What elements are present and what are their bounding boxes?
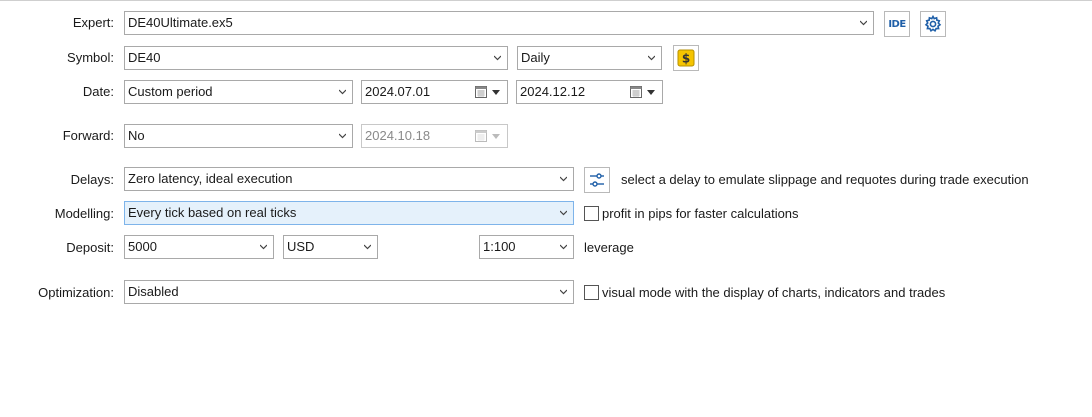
- chevron-down-icon: [260, 244, 267, 250]
- chevron-down-icon: [339, 89, 346, 95]
- leverage-label: leverage: [584, 240, 634, 255]
- leverage-value: 1:100: [483, 239, 516, 254]
- chevron-down-icon: [560, 176, 567, 182]
- gear-icon: [924, 15, 942, 32]
- period-value: Daily: [521, 50, 550, 65]
- symbol-value: DE40: [128, 50, 161, 65]
- expert-label: Expert:: [72, 15, 114, 30]
- period-select[interactable]: Daily: [517, 46, 662, 70]
- profit-in-pips-checkbox[interactable]: [584, 206, 599, 221]
- forward-label: Forward:: [62, 128, 114, 143]
- modelling-label: Modelling:: [54, 206, 114, 221]
- chevron-down-icon: [560, 289, 567, 295]
- delays-select[interactable]: Zero latency, ideal execution: [124, 167, 574, 191]
- ide-button[interactable]: IDE: [884, 11, 910, 37]
- forward-date-value: 2024.10.18: [365, 128, 431, 143]
- chevron-down-icon: [648, 55, 655, 61]
- date-to-picker[interactable]: 2024.12.12: [516, 80, 663, 104]
- chevron-down-icon: [860, 20, 867, 26]
- chevron-down-icon: [494, 55, 501, 61]
- optimization-label: Optimization:: [38, 285, 114, 300]
- expert-settings-button[interactable]: [920, 11, 946, 37]
- dropdown-arrow-icon: [647, 90, 655, 95]
- chevron-down-icon: [560, 210, 567, 216]
- date-label: Date:: [82, 84, 114, 99]
- forward-date-picker: 2024.10.18: [361, 124, 508, 148]
- delays-label: Delays:: [70, 172, 114, 187]
- dropdown-arrow-icon: [492, 134, 500, 139]
- visual-mode-checkbox[interactable]: [584, 285, 599, 300]
- date-mode-select[interactable]: Custom period: [124, 80, 353, 104]
- currency-select[interactable]: USD: [283, 235, 378, 259]
- expert-value: DE40Ultimate.ex5: [128, 15, 233, 30]
- symbol-select[interactable]: DE40: [124, 46, 508, 70]
- forward-select[interactable]: No: [124, 124, 353, 148]
- date-from-value: 2024.07.01: [365, 84, 431, 99]
- ide-label: IDE: [888, 18, 906, 30]
- forward-value: No: [128, 128, 145, 143]
- delays-hint: select a delay to emulate slippage and r…: [621, 172, 1029, 187]
- symbol-properties-button[interactable]: $: [673, 45, 699, 71]
- calendar-icon: [630, 86, 642, 98]
- chevron-down-icon: [560, 244, 567, 250]
- svg-text:$: $: [682, 52, 690, 66]
- calendar-icon: [475, 86, 487, 98]
- chevron-down-icon: [364, 244, 371, 250]
- modelling-value: Every tick based on real ticks: [128, 205, 297, 220]
- optimization-select[interactable]: Disabled: [124, 280, 574, 304]
- expert-select[interactable]: DE40Ultimate.ex5: [124, 11, 874, 35]
- date-to-value: 2024.12.12: [520, 84, 586, 99]
- delays-value: Zero latency, ideal execution: [128, 171, 293, 186]
- date-mode-value: Custom period: [128, 84, 213, 99]
- delay-settings-button[interactable]: [584, 167, 610, 193]
- currency-value: USD: [287, 239, 315, 254]
- dropdown-arrow-icon: [492, 90, 500, 95]
- modelling-select[interactable]: Every tick based on real ticks: [124, 201, 574, 225]
- sliders-icon: [590, 173, 604, 187]
- dollar-icon: $: [677, 49, 695, 67]
- deposit-value: 5000: [128, 239, 157, 254]
- profit-in-pips-label: profit in pips for faster calculations: [602, 206, 799, 221]
- deposit-select[interactable]: 5000: [124, 235, 274, 259]
- calendar-icon: [475, 130, 487, 142]
- optimization-value: Disabled: [128, 284, 179, 299]
- top-divider: [0, 0, 1092, 1]
- leverage-select[interactable]: 1:100: [479, 235, 574, 259]
- symbol-label: Symbol:: [67, 50, 114, 65]
- chevron-down-icon: [339, 133, 346, 139]
- deposit-label: Deposit:: [66, 240, 114, 255]
- visual-mode-label: visual mode with the display of charts, …: [602, 285, 946, 300]
- date-from-picker[interactable]: 2024.07.01: [361, 80, 508, 104]
